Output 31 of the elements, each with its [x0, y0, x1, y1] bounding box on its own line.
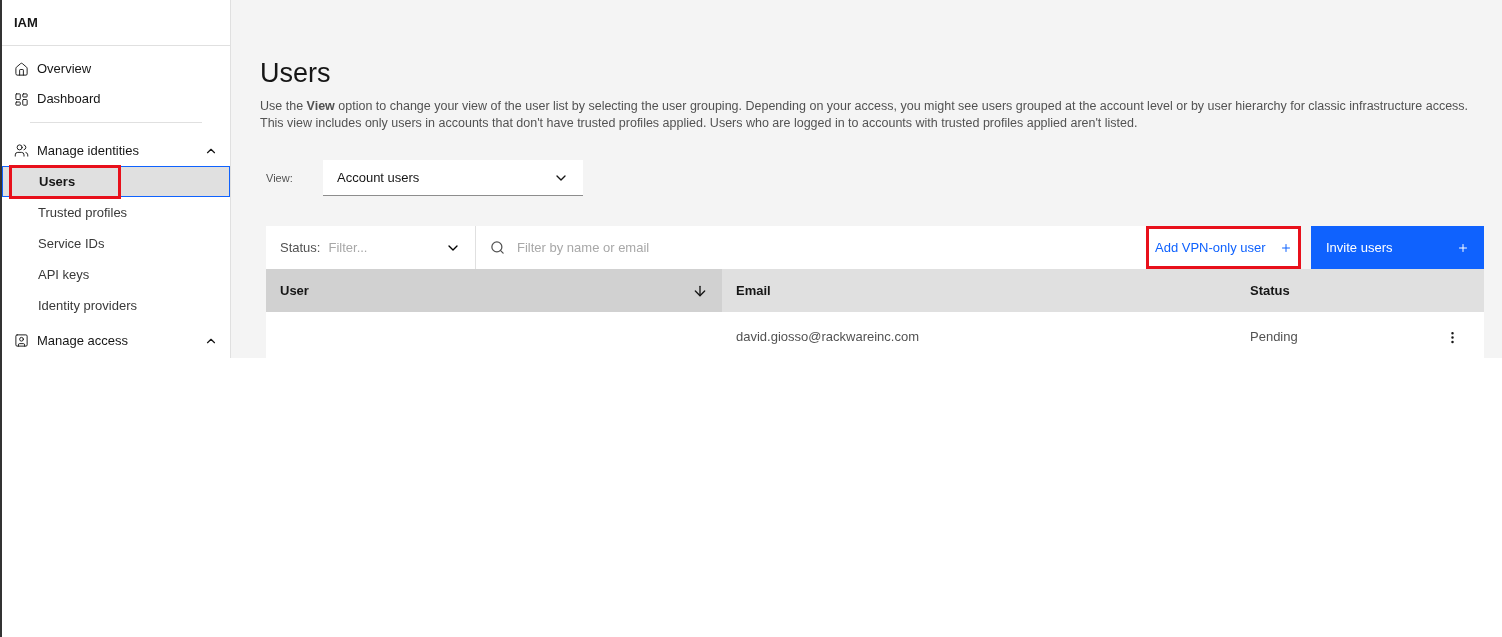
search-bar[interactable]: Filter by name or email: [476, 226, 1146, 269]
nav-item[interactable]: Dashboard: [2, 84, 230, 114]
table-cell-text: Pending: [1250, 328, 1299, 347]
nav-item[interactable]: Users: [2, 166, 230, 197]
page-title: Users: [260, 57, 332, 90]
users-icon: [14, 143, 29, 158]
nav-group-toggle[interactable]: Manage access: [2, 325, 230, 356]
status-filter[interactable]: Status: Filter...: [266, 226, 476, 269]
table-cell-text: david.giosso@rackwareinc.com: [736, 328, 920, 347]
search-field[interactable]: Filter by name or email: [517, 237, 1132, 258]
sidebar-title: IAM: [14, 13, 38, 32]
view-label: View:: [266, 170, 294, 186]
column-header[interactable]: Email: [722, 269, 1236, 312]
search-icon: [490, 240, 505, 255]
page-description: Use the View option to change your view of the user list by selecting the user grouping. Depending on your access, you might see users grouped at the account level or by user hierarchy for classic infrastructure access. This view includes only users in accounts that don't have trusted profiles applied. Users who are logged in to accounts with trusted profiles applied aren't listed.: [260, 98, 1470, 132]
nav-item[interactable]: Service IDs: [2, 228, 230, 259]
user-badge-icon: [14, 333, 29, 348]
add-user-button[interactable]: Add VPN-only user: [1146, 226, 1301, 269]
column-header[interactable]: Status: [1236, 269, 1484, 312]
nav-group-toggle[interactable]: Manage identities: [2, 135, 230, 166]
dashboard-icon: [14, 91, 29, 107]
plus-icon: [1457, 241, 1469, 254]
nav-item[interactable]: Overview: [2, 54, 230, 84]
home-icon: [14, 61, 29, 77]
view-dropdown[interactable]: Account users: [323, 160, 583, 196]
plus-icon: [1280, 241, 1292, 254]
nav-item[interactable]: API keys: [2, 259, 230, 290]
nav-item[interactable]: Identity providers: [2, 290, 230, 321]
nav-item[interactable]: Trusted profiles: [2, 197, 230, 228]
invite-button[interactable]: Invite users: [1311, 226, 1484, 269]
column-header[interactable]: User: [266, 269, 722, 312]
